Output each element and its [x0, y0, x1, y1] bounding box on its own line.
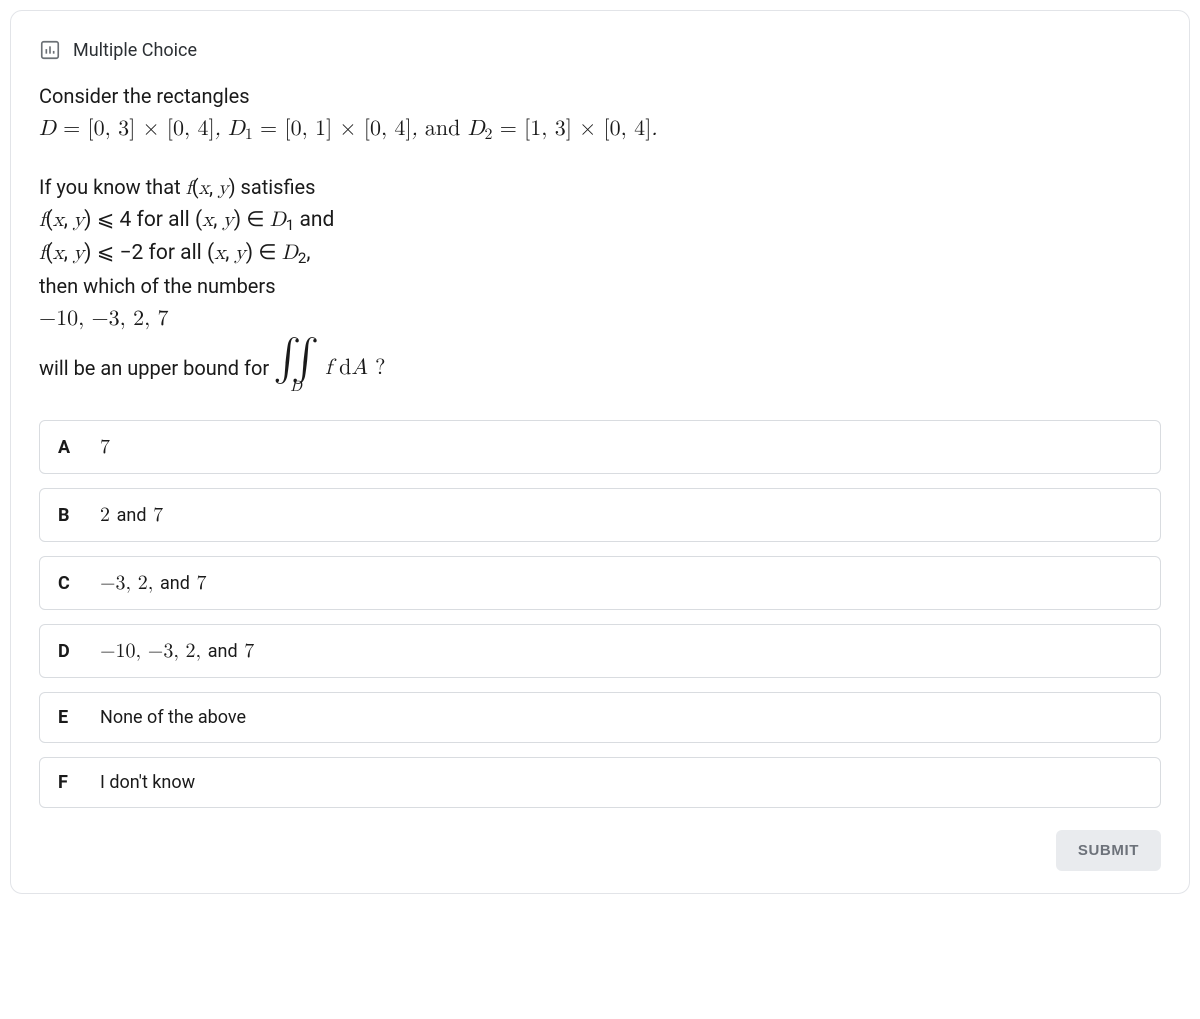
option-text: None of the above	[100, 707, 246, 728]
cond-lead: If you know that f(x, y) satisfies	[39, 175, 315, 199]
integral-domain: D	[290, 379, 301, 394]
question-body: Consider the rectangles D = [0, 3] × [0,…	[39, 81, 1161, 394]
options-list: A7B2 and 7C−3, 2, and 7D−10, −3, 2, and …	[39, 420, 1161, 808]
option-text: −10, −3, 2, and 7	[100, 639, 254, 663]
option-c[interactable]: C −3, 2, and 7	[39, 556, 1161, 610]
integral-expression: ∫∫ D f dA ?	[273, 342, 385, 395]
option-d[interactable]: D −10, −3, 2, and 7	[39, 624, 1161, 678]
card-footer: SUBMIT	[39, 830, 1161, 871]
rect-definitions: D = [0, 3] × [0, 4], D1 = [0, 1] × [0, 4…	[39, 118, 657, 140]
option-e[interactable]: E None of the above	[39, 692, 1161, 743]
option-f[interactable]: F I don't know	[39, 757, 1161, 808]
option-text: −3, 2, and 7	[100, 571, 207, 595]
option-b[interactable]: B 2 and 7	[39, 488, 1161, 542]
submit-button[interactable]: SUBMIT	[1056, 830, 1161, 871]
final-lead: will be an upper bound for	[39, 353, 269, 384]
cond-1: f(x, y) ⩽ 4 for all (x, y) ∈ D1 and	[39, 208, 334, 232]
option-letter: B	[58, 505, 76, 526]
poll-icon	[39, 39, 61, 61]
option-letter: A	[58, 437, 76, 458]
integral-sign: ∫∫	[273, 342, 319, 378]
option-letter: E	[58, 707, 76, 728]
option-text: I don't know	[100, 772, 195, 793]
option-text: 7	[100, 435, 110, 459]
option-letter: F	[58, 772, 76, 793]
option-letter: D	[58, 641, 76, 662]
candidate-numbers: −10, −3, 2, 7	[39, 308, 169, 330]
option-letter: C	[58, 573, 76, 594]
integrand: f dA ?	[325, 351, 386, 385]
option-a[interactable]: A7	[39, 420, 1161, 474]
option-text: 2 and 7	[100, 503, 163, 527]
cond-2: f(x, y) ⩽ −2 for all (x, y) ∈ D2,	[39, 241, 310, 265]
then-line: then which of the numbers	[39, 274, 276, 298]
question-intro: Consider the rectangles	[39, 84, 250, 108]
card-title: Multiple Choice	[73, 40, 197, 61]
question-card: Multiple Choice Consider the rectangles …	[10, 10, 1190, 894]
card-header: Multiple Choice	[39, 39, 1161, 61]
